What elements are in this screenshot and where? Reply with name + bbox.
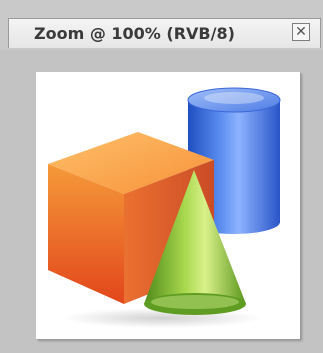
3d-shapes-icon [48, 87, 281, 328]
document-canvas[interactable] [36, 72, 300, 339]
close-glyph: ✕ [295, 24, 307, 40]
document-tab-title: Zoom @ 100% (RVB/8) [34, 24, 235, 43]
document-tab-bar: Zoom @ 100% (RVB/8) ✕ [0, 0, 323, 50]
canvas-area [0, 50, 323, 353]
close-icon[interactable]: ✕ [292, 23, 310, 41]
document-tab[interactable]: Zoom @ 100% (RVB/8) ✕ [8, 18, 321, 48]
